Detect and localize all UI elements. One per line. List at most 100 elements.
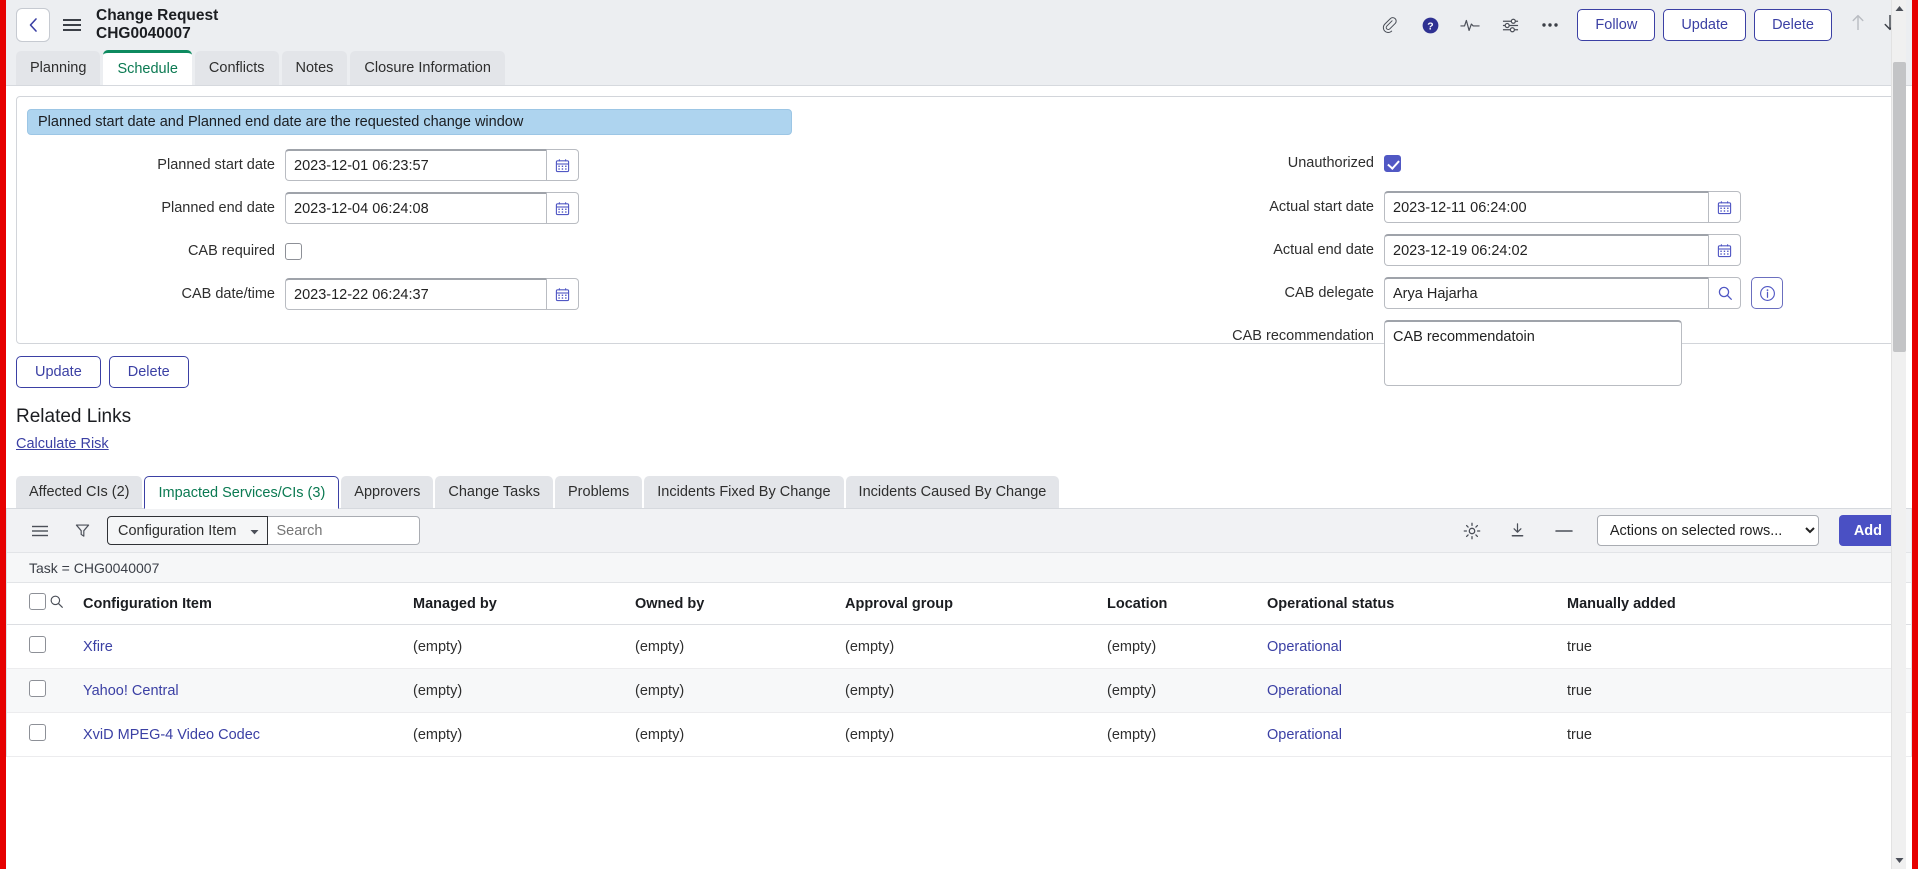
cab-recommendation-label: CAB recommendation	[1232, 328, 1374, 344]
field-selector-dropdown[interactable]: Configuration Item	[107, 516, 269, 545]
table-header-row: Configuration Item Managed by Owned by A…	[7, 583, 1911, 625]
cab-date-time-label: CAB date/time	[181, 286, 276, 302]
actual-start-date-calendar-icon[interactable]	[1709, 191, 1741, 223]
cab-delegate-input[interactable]	[1384, 277, 1709, 309]
actual-start-date-label: Actual start date	[1269, 199, 1374, 215]
personalize-icon[interactable]	[1499, 14, 1521, 36]
unauthorized-checkbox[interactable]	[1384, 154, 1401, 172]
operational-status-link[interactable]: Operational	[1267, 683, 1342, 699]
planned-end-date-calendar-icon[interactable]	[547, 192, 579, 224]
actual-start-date-input[interactable]	[1384, 191, 1709, 223]
tab-conflicts[interactable]: Conflicts	[194, 51, 279, 85]
delete-button[interactable]: Delete	[1754, 9, 1832, 41]
column-header-approval-group[interactable]: Approval group	[845, 583, 1107, 625]
row-actions-cell	[49, 624, 83, 669]
row-select-cell	[7, 624, 49, 669]
column-header-location[interactable]: Location	[1107, 583, 1267, 625]
form-column-left: Planned start date Planned end date	[17, 149, 959, 397]
field-actual-start-date: Actual start date	[959, 191, 1901, 223]
cell-owned-by: (empty)	[635, 624, 845, 669]
related-tab-incidents-caused-by-change[interactable]: Incidents Caused By Change	[845, 476, 1060, 508]
field-cab-required: CAB required	[17, 235, 959, 267]
scroll-down-arrow-icon[interactable]	[1892, 852, 1907, 869]
tab-closure-information[interactable]: Closure Information	[350, 51, 505, 85]
cell-configuration-item: Xfire	[83, 624, 413, 669]
hamburger-icon[interactable]	[58, 8, 86, 42]
column-header-managed-by[interactable]: Managed by	[413, 583, 635, 625]
row-checkbox[interactable]	[29, 636, 46, 653]
row-checkbox[interactable]	[29, 724, 46, 741]
cab-delegate-info-button[interactable]	[1751, 277, 1783, 309]
cab-recommendation-textarea[interactable]: CAB recommendatoin	[1384, 320, 1682, 386]
cell-operational-status: Operational	[1267, 712, 1567, 757]
column-header-operational-status[interactable]: Operational status	[1267, 583, 1567, 625]
field-planned-end-date: Planned end date	[17, 192, 959, 224]
cab-date-time-input[interactable]	[285, 278, 547, 310]
add-button[interactable]: Add	[1838, 515, 1897, 546]
funnel-icon[interactable]	[69, 523, 95, 538]
related-tab-problems[interactable]: Problems	[555, 476, 643, 508]
related-tab-impacted-services-cis[interactable]: Impacted Services/CIs (3)	[144, 476, 340, 509]
tab-planning[interactable]: Planning	[16, 51, 101, 85]
search-icon[interactable]	[49, 595, 64, 613]
gear-icon[interactable]	[1459, 522, 1485, 540]
field-cab-recommendation: CAB recommendation CAB recommendatoin	[959, 320, 1901, 386]
scrollbar-thumb[interactable]	[1893, 62, 1906, 352]
related-list: Configuration Item Actions on selec	[6, 509, 1912, 757]
actual-end-date-input[interactable]	[1384, 234, 1709, 266]
column-header-owned-by[interactable]: Owned by	[635, 583, 845, 625]
select-all-checkbox[interactable]	[29, 593, 46, 610]
calculate-risk-link[interactable]: Calculate Risk	[6, 428, 109, 452]
list-breadcrumb[interactable]: Task = CHG0040007	[7, 553, 1911, 583]
scroll-up-arrow-icon[interactable]	[1892, 0, 1907, 17]
related-tab-incidents-fixed-by-change[interactable]: Incidents Fixed By Change	[644, 476, 844, 508]
cab-required-checkbox[interactable]	[285, 242, 302, 260]
cell-managed-by: (empty)	[413, 624, 635, 669]
table-row[interactable]: Yahoo! Central (empty) (empty) (empty) (…	[7, 668, 1911, 713]
row-select-cell	[7, 668, 49, 713]
form-section: Planned start date and Planned end date …	[6, 86, 1912, 386]
table-row[interactable]: XviD MPEG-4 Video Codec (empty) (empty) …	[7, 712, 1911, 757]
activity-icon[interactable]	[1459, 14, 1481, 36]
update-button[interactable]: Update	[1663, 9, 1747, 41]
minus-icon[interactable]	[1551, 529, 1577, 533]
tab-schedule[interactable]: Schedule	[103, 50, 192, 85]
table-row[interactable]: Xfire (empty) (empty) (empty) (empty) Op…	[7, 624, 1911, 669]
column-header-configuration-item[interactable]: Configuration Item	[83, 583, 413, 625]
configuration-item-link[interactable]: XviD MPEG-4 Video Codec	[83, 727, 260, 743]
row-checkbox[interactable]	[29, 680, 46, 697]
attachment-icon[interactable]	[1379, 14, 1401, 36]
help-icon[interactable]: ?	[1419, 14, 1441, 36]
related-tab-affected-cis[interactable]: Affected CIs (2)	[16, 476, 143, 508]
impacted-services-table: Configuration Item Managed by Owned by A…	[7, 583, 1911, 757]
operational-status-link[interactable]: Operational	[1267, 639, 1342, 655]
cab-delegate-search-icon[interactable]	[1709, 277, 1741, 309]
download-icon[interactable]	[1505, 522, 1531, 539]
list-menu-icon[interactable]	[27, 525, 53, 537]
tab-notes[interactable]: Notes	[281, 51, 348, 85]
configuration-item-link[interactable]: Yahoo! Central	[83, 683, 179, 699]
cab-required-label: CAB required	[187, 243, 275, 259]
cab-date-time-calendar-icon[interactable]	[547, 278, 579, 310]
operational-status-link[interactable]: Operational	[1267, 727, 1342, 743]
page-scrollbar[interactable]	[1891, 0, 1906, 869]
cell-manually-added: true	[1567, 712, 1911, 757]
list-search-input[interactable]	[268, 516, 421, 545]
related-tab-change-tasks[interactable]: Change Tasks	[435, 476, 553, 508]
follow-button[interactable]: Follow	[1577, 9, 1656, 41]
cell-manually-added: true	[1567, 624, 1911, 669]
back-button[interactable]	[16, 8, 50, 42]
cab-delegate-control	[1384, 277, 1741, 309]
actions-on-selected-rows-select[interactable]: Actions on selected rows...	[1596, 515, 1819, 546]
column-header-manually-added[interactable]: Manually added	[1567, 583, 1911, 625]
planned-start-date-calendar-icon[interactable]	[547, 149, 579, 181]
actual-end-date-calendar-icon[interactable]	[1709, 234, 1741, 266]
more-icon[interactable]	[1539, 14, 1561, 36]
svg-text:?: ?	[1427, 21, 1433, 32]
related-tab-approvers[interactable]: Approvers	[341, 476, 434, 508]
planned-start-date-input[interactable]	[285, 149, 547, 181]
configuration-item-link[interactable]: Xfire	[83, 639, 113, 655]
form-columns: Planned start date Planned end date	[17, 149, 1901, 397]
arrow-up-icon[interactable]	[1850, 13, 1866, 37]
planned-end-date-input[interactable]	[285, 192, 547, 224]
